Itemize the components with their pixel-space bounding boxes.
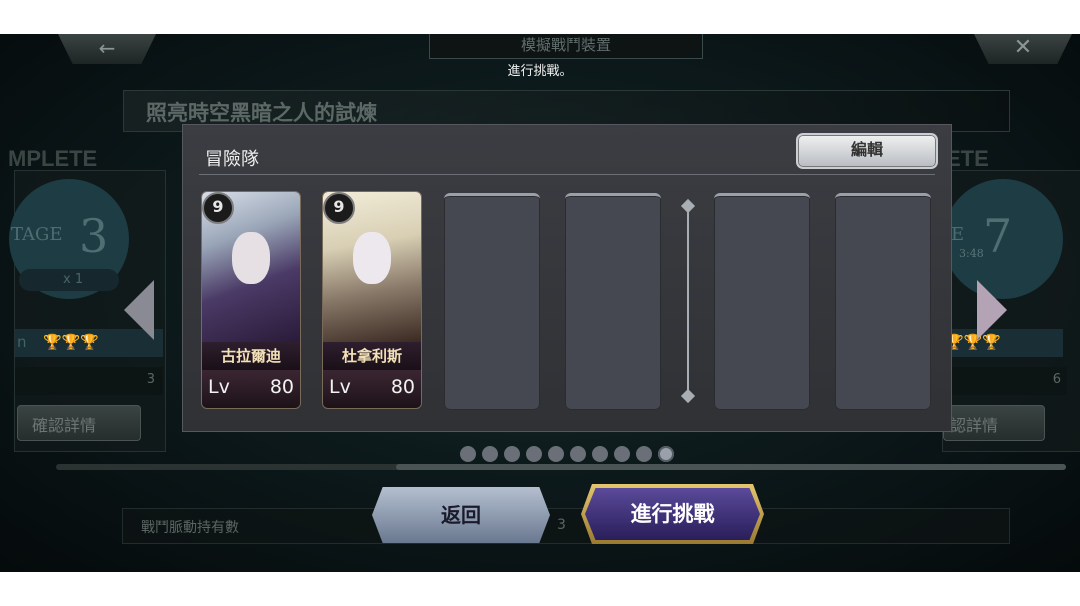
edit-party-button[interactable]: 編輯 [796,133,938,169]
hero-level-1: 80 [269,376,294,398]
screen-subtitle: 進行挑戰。 [507,64,573,79]
empty-party-slot-6[interactable] [835,193,931,410]
previous-stage-arrow[interactable] [124,280,154,340]
rank-badge-icon: 9 [202,192,234,224]
start-challenge-button[interactable]: 進行挑戰 [581,484,764,544]
party-modal: 冒險隊 編輯 9 古拉爾迪 Lv 80 9 杜拿利斯 Lv 80 [182,124,952,432]
next-stage-arrow[interactable] [977,280,1007,340]
right-stage-time: 3:48 [959,247,984,260]
left-trophy-label: n [17,333,27,351]
battle-pulse-value: 3 [557,517,566,533]
screen-title-plate: 模擬戰鬥裝置 [429,34,703,59]
hero-level-label-2: Lv [329,376,351,398]
trophy-icon: 🏆🏆🏆 [43,333,100,351]
left-stage-number: 3 [79,209,109,263]
right-complete-label: ETE [946,146,989,171]
stage-scrollbar-thumb[interactable] [396,464,1066,470]
empty-party-slot-5[interactable] [714,193,810,410]
hero-level-row-1: Lv 80 [202,370,300,408]
page-dot[interactable] [614,446,630,462]
return-button[interactable]: 返回 [372,487,550,543]
hero-level-label-1: Lv [208,376,230,398]
right-stage-number: 7 [983,209,1013,263]
right-count-row: 6 [943,367,1067,395]
screen-title: 模擬戰鬥裝置 [520,36,611,54]
left-multiplier: x 1 [63,272,84,287]
back-arrow-icon: ← [98,36,116,60]
right-stage-card[interactable]: E 7 3:48 🏆🏆🏆 6 認詳情 [942,170,1080,452]
hero-name-2: 杜拿利斯 [323,342,421,370]
hero-level-row-2: Lv 80 [323,370,421,408]
right-confirm-label: 認詳情 [950,416,999,435]
trial-title: 照亮時空黑暗之人的試煉 [146,100,377,125]
right-stage-label: E [951,224,965,245]
page-dot[interactable] [592,446,608,462]
page-dot[interactable] [548,446,564,462]
page-dot[interactable] [526,446,542,462]
close-icon: ✕ [1013,35,1033,60]
battle-pulse-label: 戰鬥脈動持有數 [141,520,239,536]
left-stage-label: TAGE [11,224,63,245]
modal-divider [199,174,935,175]
left-confirm-button[interactable]: 確認詳情 [17,405,141,441]
page-dot[interactable] [504,446,520,462]
page-dot[interactable] [658,446,674,462]
party-title: 冒險隊 [205,149,259,170]
empty-party-slot-4[interactable] [565,193,661,410]
empty-party-slot-3[interactable] [444,193,540,410]
left-confirm-label: 確認詳情 [32,416,97,435]
game-screen: ← 模擬戰鬥裝置 ✕ 進行挑戰。 照亮時空黑暗之人的試煉 MPLETE TAGE… [0,34,1080,572]
page-dot[interactable] [636,446,652,462]
page-dot[interactable] [460,446,476,462]
hero-card-2[interactable]: 9 杜拿利斯 Lv 80 [322,191,422,409]
rank-badge-icon: 9 [323,192,355,224]
hero-card-1[interactable]: 9 古拉爾迪 Lv 80 [201,191,301,409]
right-confirm-button[interactable]: 認詳情 [943,405,1045,441]
hero-name-1: 古拉爾迪 [202,342,300,370]
left-count: 3 [146,372,155,387]
right-count: 6 [1052,372,1061,387]
left-count-row: 3 [15,367,163,395]
start-challenge-label: 進行挑戰 [585,488,760,540]
page-dot[interactable] [570,446,586,462]
hero-face-1 [232,232,270,284]
page-dot[interactable] [482,446,498,462]
battle-pulse-bar: 戰鬥脈動持有數 3 [122,508,1010,544]
party-row-divider [680,198,696,404]
page-indicator [460,446,674,462]
hero-level-2: 80 [390,376,415,398]
hero-face-2 [353,232,391,284]
left-multiplier-pill: x 1 [19,269,119,291]
left-complete-label: MPLETE [8,146,98,171]
